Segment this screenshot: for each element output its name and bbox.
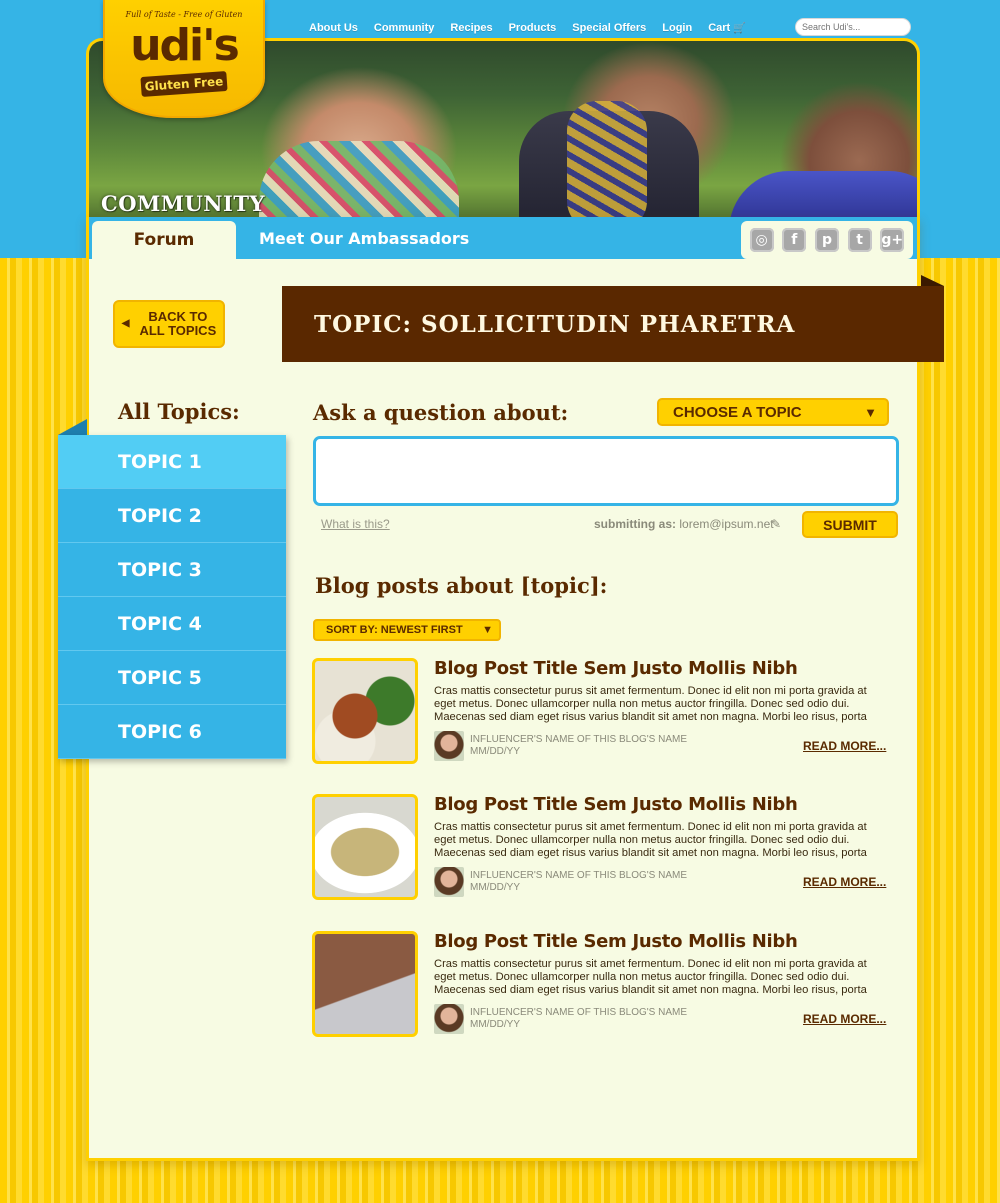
nav-cart-label: Cart (708, 22, 731, 34)
back-button-label: BACK TO ALL TOPICS (139, 310, 216, 338)
avatar (434, 731, 464, 761)
search-input[interactable] (795, 18, 911, 36)
blog-post-date: MM/DD/YY (470, 882, 520, 893)
back-arrow-icon: ◀ (121, 318, 130, 329)
blog-post-excerpt: Cras mattis consectetur purus sit amet f… (434, 958, 867, 996)
cart-icon: 🛒 (733, 23, 746, 34)
back-to-all-topics-button[interactable]: ◀ BACK TO ALL TOPICS (113, 300, 225, 348)
blog-post-item: Blog Post Title Sem Justo Mollis Nibh Cr… (312, 658, 902, 766)
topics-list: TOPIC 1 TOPIC 2 TOPIC 3 TOPIC 4 TOPIC 5 … (58, 435, 286, 759)
blog-post-date: MM/DD/YY (470, 1019, 520, 1030)
nav-login[interactable]: Login (662, 22, 692, 34)
blog-post-influencer: INFLUENCER'S NAME OF THIS BLOG'S NAME MM… (470, 870, 687, 894)
hero-photo-person-3 (729, 171, 917, 222)
influencer-name: INFLUENCER'S NAME OF THIS BLOG'S NAME (470, 734, 688, 745)
blog-post-influencer: INFLUENCER'S NAME OF THIS BLOG'S NAME MM… (470, 1007, 687, 1031)
googleplus-icon[interactable]: g+ (880, 228, 905, 252)
nav-community[interactable]: Community (374, 22, 435, 34)
blog-post-thumbnail[interactable] (312, 794, 418, 900)
submitting-label: submitting as: (594, 517, 677, 531)
topic-item-1[interactable]: TOPIC 1 (58, 435, 286, 489)
topic-item-4[interactable]: TOPIC 4 (58, 597, 286, 651)
logo-mark: udi's (130, 20, 240, 71)
dropdown-caret-icon: ▼ (482, 624, 493, 636)
title-banner-fold (921, 275, 944, 286)
avatar (434, 1004, 464, 1034)
logo-tagline: Full of Taste - Free of Gluten (125, 10, 243, 19)
blog-post-title[interactable]: Blog Post Title Sem Justo Mollis Nibh (434, 658, 798, 679)
blog-post-excerpt: Cras mattis consectetur purus sit amet f… (434, 685, 867, 723)
what-is-this-link[interactable]: What is this? (321, 517, 390, 531)
blog-post-date: MM/DD/YY (470, 746, 520, 757)
nav-about-us[interactable]: About Us (309, 22, 358, 34)
read-more-link[interactable]: READ MORE... (803, 1012, 886, 1026)
sort-dropdown[interactable]: SORT BY: NEWEST FIRST ▼ (313, 619, 501, 641)
blog-post-item: Blog Post Title Sem Justo Mollis Nibh Cr… (312, 931, 902, 1039)
topic-item-3[interactable]: TOPIC 3 (58, 543, 286, 597)
read-more-link[interactable]: READ MORE... (803, 875, 886, 889)
twitter-icon[interactable]: t (847, 228, 872, 252)
nav-special-offers[interactable]: Special Offers (572, 22, 646, 34)
tabs-bar: Forum Meet Our Ambassadors ◎ f p t g+ (89, 217, 917, 259)
pinterest-icon[interactable]: p (814, 228, 839, 252)
blog-post-thumbnail[interactable] (312, 658, 418, 764)
tab-ambassadors[interactable]: Meet Our Ambassadors (259, 229, 469, 248)
blog-post-excerpt: Cras mattis consectetur purus sit amet f… (434, 821, 867, 859)
instagram-icon[interactable]: ◎ (749, 228, 774, 252)
choose-topic-label: CHOOSE A TOPIC (673, 403, 802, 421)
main-nav: About Us Community Recipes Products Spec… (309, 22, 762, 34)
blog-post-item: Blog Post Title Sem Justo Mollis Nibh Cr… (312, 794, 902, 902)
topic-title-banner: TOPIC: SOLLICITUDIN PHARETRA (282, 286, 944, 362)
influencer-name: INFLUENCER'S NAME OF THIS BLOG'S NAME (470, 1007, 688, 1018)
blog-post-title[interactable]: Blog Post Title Sem Justo Mollis Nibh (434, 794, 798, 815)
blog-heading: Blog posts about [topic]: (315, 573, 608, 598)
read-more-link[interactable]: READ MORE... (803, 739, 886, 753)
ask-question-heading: Ask a question about: (313, 400, 569, 425)
submit-button[interactable]: SUBMIT (802, 511, 898, 538)
logo-sub: Gluten Free (140, 71, 228, 97)
nav-recipes[interactable]: Recipes (450, 22, 492, 34)
choose-topic-dropdown[interactable]: CHOOSE A TOPIC ▼ (657, 398, 889, 426)
all-topics-heading: All Topics: (118, 399, 240, 424)
avatar (434, 867, 464, 897)
nav-products[interactable]: Products (509, 22, 557, 34)
sort-label: SORT BY: NEWEST FIRST (326, 624, 463, 636)
page-title: TOPIC: SOLLICITUDIN PHARETRA (314, 310, 796, 338)
hero-title: COMMUNITY (101, 191, 265, 216)
blog-post-influencer: INFLUENCER'S NAME OF THIS BLOG'S NAME MM… (470, 734, 687, 758)
hero-photo-person-1 (259, 141, 459, 222)
main-panel: Forum Meet Our Ambassadors ◎ f p t g+ ◀ … (58, 217, 944, 1161)
submitting-as: submitting as: lorem@ipsum.net (594, 517, 774, 531)
back-button-line2: ALL TOPICS (139, 323, 217, 338)
blog-post-thumbnail[interactable] (312, 931, 418, 1037)
topics-fold (58, 419, 87, 435)
tab-forum[interactable]: Forum (92, 221, 236, 259)
blog-post-title[interactable]: Blog Post Title Sem Justo Mollis Nibh (434, 931, 798, 952)
social-links: ◎ f p t g+ (741, 221, 913, 259)
back-button-line1: BACK TO (148, 309, 208, 324)
pencil-icon[interactable]: ✎ (771, 517, 781, 531)
question-textarea[interactable] (313, 436, 899, 506)
topic-item-6[interactable]: TOPIC 6 (58, 705, 286, 759)
submitting-email: lorem@ipsum.net (679, 517, 774, 531)
topic-item-2[interactable]: TOPIC 2 (58, 489, 286, 543)
hero-photo-scarf (567, 101, 647, 222)
udis-logo[interactable]: Full of Taste - Free of Gluten udi's Glu… (103, 0, 265, 118)
facebook-icon[interactable]: f (782, 228, 807, 252)
influencer-name: INFLUENCER'S NAME OF THIS BLOG'S NAME (470, 870, 688, 881)
nav-cart[interactable]: Cart 🛒 (708, 22, 745, 34)
dropdown-caret-icon: ▼ (864, 404, 877, 420)
topic-item-5[interactable]: TOPIC 5 (58, 651, 286, 705)
